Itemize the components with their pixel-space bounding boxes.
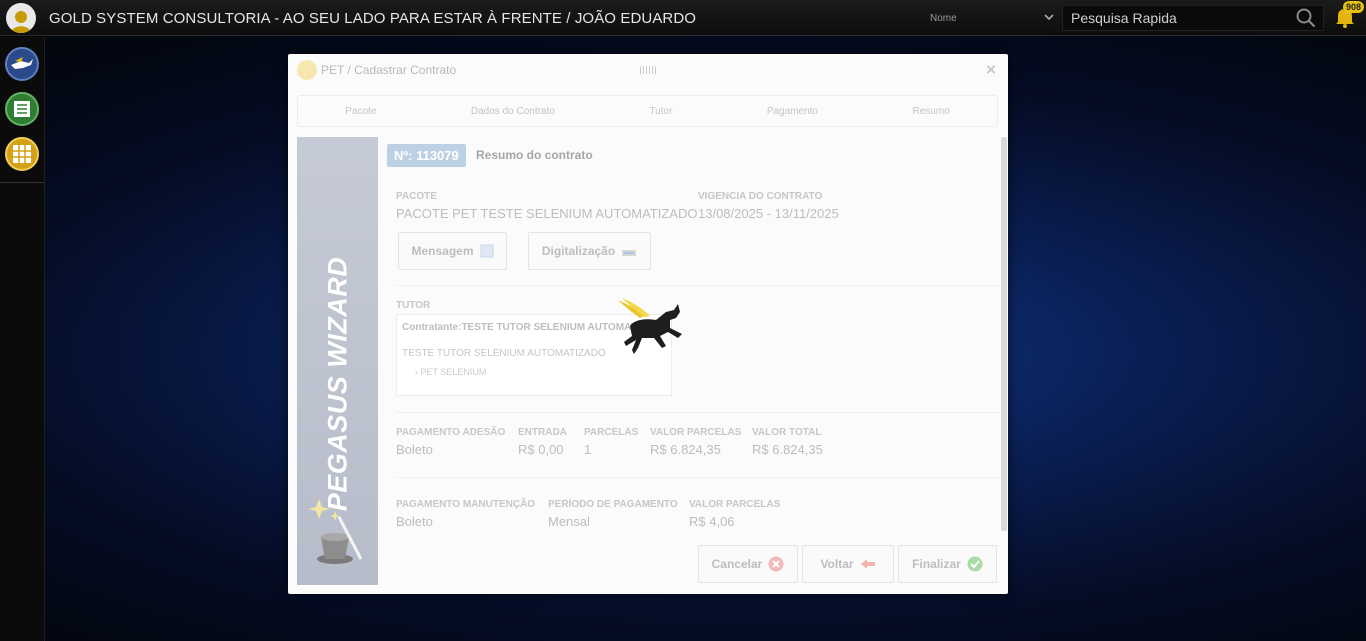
pet-item: › PET SELENIUM — [415, 367, 487, 377]
wizard-side-panel: PEGASUS WIZARD — [297, 137, 378, 585]
app-title: GOLD SYSTEM CONSULTORIA - AO SEU LADO PA… — [49, 10, 697, 27]
summary-title: Resumo do contrato — [476, 148, 593, 162]
periodo-value: Mensal — [548, 514, 590, 529]
vigencia-value: 13/08/2025 - 13/11/2025 — [698, 206, 839, 221]
step-pacote[interactable]: Pacote — [345, 106, 376, 117]
entrada-value: R$ 0,00 — [518, 442, 564, 457]
wizard-label: PEGASUS WIZARD — [322, 256, 353, 512]
user-avatar-icon[interactable] — [6, 3, 36, 33]
list-icon[interactable] — [5, 92, 39, 126]
sidebar-divider — [0, 182, 44, 183]
sidebar — [0, 37, 45, 641]
finish-label: Finalizar — [912, 557, 961, 571]
step-dados-contrato[interactable]: Dados do Contrato — [471, 106, 555, 117]
section-divider — [396, 285, 1000, 286]
manutencao-pagamento-label: PAGAMENTO MANUTENÇÃO — [396, 499, 536, 510]
wizard-steps: Pacote Dados do Contrato Tutor Pagamento… — [297, 95, 998, 127]
search-icon[interactable] — [1296, 8, 1316, 28]
step-tutor[interactable]: Tutor — [649, 106, 672, 117]
tutor-name: TESTE TUTOR SELENIUM AUTOMATIZADO — [402, 348, 606, 359]
cancel-label: Cancelar — [711, 557, 763, 571]
digitalizacao-button[interactable]: Digitalização — [528, 232, 651, 270]
step-pagamento[interactable]: Pagamento — [767, 106, 818, 117]
mensagem-label: Mensagem — [411, 244, 474, 258]
arrow-left-icon — [860, 559, 875, 569]
periodo-label: PERÍODO DE PAGAMENTO — [548, 499, 678, 510]
parcelas-value: 1 — [584, 442, 592, 457]
back-button[interactable]: Voltar — [802, 545, 894, 583]
grid-icon[interactable] — [5, 137, 39, 171]
scanner-icon — [622, 250, 637, 256]
summary-content: Nº: 113079 Resumo do contrato PACOTE PAC… — [378, 137, 1000, 585]
pegasus-icon[interactable] — [5, 47, 39, 81]
adesao-pagamento-label: PAGAMENTO ADESÃO — [396, 427, 506, 438]
manutencao-valor-value: R$ 4,06 — [689, 514, 735, 529]
entrada-label: ENTRADA — [518, 427, 567, 438]
contract-number-badge: Nº: 113079 — [387, 144, 466, 167]
drag-handle-icon[interactable] — [640, 66, 656, 74]
section-divider — [396, 412, 1000, 413]
valor-parcelas-label: VALOR PARCELAS — [650, 427, 742, 438]
pacote-value: PACOTE PET TESTE SELENIUM AUTOMATIZADO — [396, 206, 698, 221]
top-bar: GOLD SYSTEM CONSULTORIA - AO SEU LADO PA… — [0, 0, 1366, 36]
cancel-icon — [768, 556, 784, 572]
select-value: Nome — [930, 12, 957, 24]
loading-pegasus-icon — [618, 298, 682, 354]
scrollbar[interactable] — [1001, 137, 1007, 531]
step-resumo[interactable]: Resumo — [912, 106, 949, 117]
cancel-button[interactable]: Cancelar — [698, 545, 798, 583]
pacote-label: PACOTE — [396, 191, 437, 202]
valor-total-label: VALOR TOTAL — [752, 427, 822, 438]
check-icon — [967, 556, 983, 572]
vigencia-label: VIGENCIA DO CONTRATO — [698, 191, 823, 202]
magic-wand-icon — [308, 499, 363, 564]
search-input[interactable]: Pesquisa Rapida — [1062, 5, 1324, 31]
modal-title: PET / Cadastrar Contrato — [321, 63, 457, 77]
section-divider — [396, 477, 1000, 478]
chevron-down-icon — [1044, 14, 1054, 21]
manutencao-valor-label: VALOR PARCELAS — [689, 499, 781, 510]
search-field-select[interactable]: Nome — [925, 5, 1059, 31]
finish-button[interactable]: Finalizar — [898, 545, 997, 583]
modal-logo-icon — [297, 60, 317, 80]
search-placeholder: Pesquisa Rapida — [1071, 10, 1177, 26]
adesao-pagamento-value: Boleto — [396, 442, 433, 457]
message-icon — [480, 244, 494, 258]
manutencao-pagamento-value: Boleto — [396, 514, 433, 529]
back-label: Voltar — [820, 557, 854, 571]
digitalizacao-label: Digitalização — [541, 244, 616, 258]
modal-header[interactable]: PET / Cadastrar Contrato × — [288, 54, 1008, 86]
tutor-label: TUTOR — [396, 300, 431, 311]
valor-total-value: R$ 6.824,35 — [752, 442, 823, 457]
close-icon[interactable]: × — [986, 60, 996, 80]
notification-badge: 908 — [1343, 1, 1365, 13]
mensagem-button[interactable]: Mensagem — [398, 232, 507, 270]
parcelas-label: PARCELAS — [584, 427, 639, 438]
valor-parcelas-value: R$ 6.824,35 — [650, 442, 721, 457]
